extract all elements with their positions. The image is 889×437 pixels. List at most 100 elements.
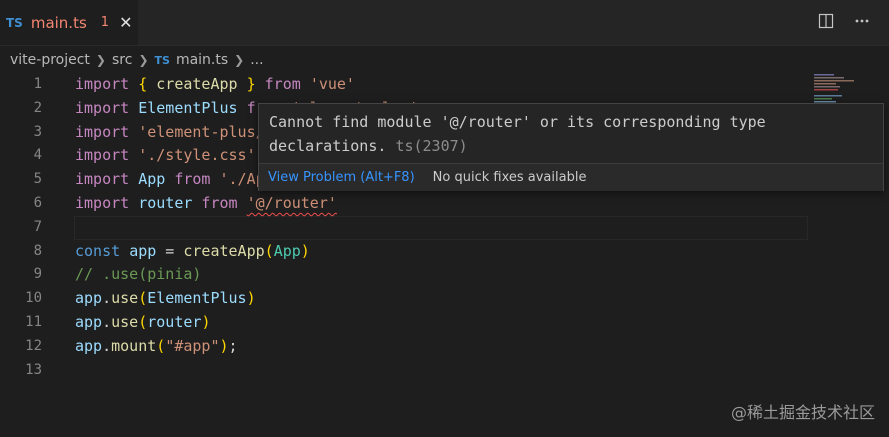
code-text[interactable]: const app = createApp(App): [75, 239, 310, 263]
code-text[interactable]: import router from '@/router': [75, 191, 337, 215]
code-text[interactable]: import { createApp } from 'vue': [75, 72, 355, 96]
line-number: 8: [33, 242, 42, 259]
code-token: './style.css': [138, 146, 256, 165]
breadcrumb-item-main-ts[interactable]: main.ts: [176, 52, 228, 68]
tab-filename: main.ts: [30, 13, 87, 32]
code-text[interactable]: app.use(ElementPlus): [75, 286, 256, 310]
line-number: 3: [33, 123, 42, 140]
code-token: 'vue': [309, 75, 355, 93]
code-token: .: [102, 289, 112, 308]
code-token: App: [273, 241, 301, 260]
hover-message: Cannot find module '@/router' or its cor…: [269, 110, 869, 158]
line-number: 4: [33, 147, 42, 164]
code-token: ): [219, 336, 229, 355]
code-token: router: [147, 313, 202, 331]
code-token: app: [75, 336, 103, 355]
chevron-right-icon: ❯: [138, 53, 149, 67]
code-line[interactable]: 13: [0, 358, 889, 382]
code-token: import: [75, 122, 139, 141]
line-number: 7: [33, 218, 42, 235]
code-token: (: [156, 336, 166, 355]
code-token: .: [102, 336, 112, 355]
code-token: import: [75, 146, 139, 165]
code-token: "#app": [165, 336, 220, 355]
code-text[interactable]: import './style.css': [75, 143, 256, 167]
line-number: 2: [33, 99, 42, 116]
line-number: 6: [33, 195, 42, 211]
code-line[interactable]: 11 app.use(router): [0, 310, 889, 334]
line-number: 12: [25, 337, 42, 354]
hover-message-line2-wrap: declarations. ts(2307): [269, 134, 869, 158]
code-token: ElementPlus: [138, 98, 238, 117]
chevron-right-icon: ❯: [95, 53, 106, 67]
code-token: use: [111, 289, 139, 308]
code-token: import: [75, 170, 139, 189]
code-line[interactable]: 1 import { createApp } from 'vue': [0, 72, 889, 96]
close-icon[interactable]: ✕: [119, 13, 132, 32]
code-token: {: [138, 75, 157, 93]
hover-message-line1: Cannot find module '@/router' or its cor…: [269, 113, 766, 131]
editor-actions: [817, 12, 871, 30]
code-token: app: [75, 289, 103, 308]
code-line[interactable]: 6 import router from '@/router': [0, 191, 889, 215]
error-hover-widget: Cannot find module '@/router' or its cor…: [258, 103, 884, 191]
typescript-file-icon: TS: [154, 53, 170, 67]
error-squiggle-token: '@/router': [246, 194, 337, 212]
hover-actions: View Problem (Alt+F8) No quick fixes ava…: [259, 163, 883, 191]
code-token: ): [201, 313, 211, 331]
tab-bar: TS main.ts 1 ✕: [0, 0, 889, 46]
no-quick-fixes-label: No quick fixes available: [432, 170, 587, 185]
code-token: ): [246, 289, 256, 308]
code-text[interactable]: app.mount("#app");: [75, 334, 238, 358]
hover-message-line2: declarations.: [269, 137, 387, 155]
code-token: from: [165, 170, 220, 189]
code-token: use: [111, 313, 139, 331]
code-token: app: [75, 313, 103, 331]
chevron-right-icon: ❯: [234, 53, 245, 67]
code-line[interactable]: 8 const app = createApp(App): [0, 239, 889, 263]
code-token: // .use(pinia): [75, 265, 202, 284]
code-token: ;: [228, 336, 238, 355]
code-token: ElementPlus: [147, 289, 247, 308]
error-code: ts(2307): [395, 137, 468, 155]
code-token: App: [138, 170, 166, 189]
code-token: router: [138, 194, 193, 212]
code-line[interactable]: 9 // .use(pinia): [0, 262, 889, 286]
view-problem-link[interactable]: View Problem (Alt+F8): [268, 170, 415, 185]
code-token: import: [75, 75, 139, 93]
breadcrumb: vite-project ❯ src ❯ TS main.ts ❯ ...: [10, 51, 264, 69]
code-line[interactable]: 7: [0, 215, 889, 239]
code-token: }: [237, 75, 256, 93]
code-line[interactable]: 12 app.mount("#app");: [0, 334, 889, 358]
code-token: =: [156, 241, 184, 260]
line-number: 1: [33, 76, 42, 92]
split-editor-icon[interactable]: [817, 12, 835, 30]
code-token: ): [300, 241, 310, 260]
breadcrumb-item-src[interactable]: src: [112, 52, 132, 68]
code-token: import: [75, 98, 139, 117]
code-token: app: [129, 241, 157, 260]
line-number: 13: [25, 361, 42, 378]
more-actions-icon[interactable]: [853, 12, 871, 30]
code-text[interactable]: app.use(router): [75, 310, 210, 334]
code-line[interactable]: 10 app.use(ElementPlus): [0, 286, 889, 310]
typescript-file-icon: TS: [6, 15, 23, 30]
line-number: 5: [33, 171, 42, 188]
code-token: from: [255, 75, 310, 93]
code-token: import: [75, 194, 139, 212]
code-token: createApp: [183, 241, 265, 260]
code-text[interactable]: // .use(pinia): [75, 262, 201, 286]
line-number: 9: [33, 266, 42, 283]
breadcrumb-item-symbols[interactable]: ...: [250, 52, 263, 68]
code-token: createApp: [156, 75, 238, 93]
line-number: 11: [25, 314, 42, 330]
code-token: (: [264, 241, 274, 260]
breadcrumb-item-vite-project[interactable]: vite-project: [10, 52, 90, 68]
code-token: (: [138, 289, 148, 308]
tab-problem-count: 1: [100, 15, 110, 30]
code-token: (: [138, 313, 148, 331]
code-token: .: [102, 313, 112, 331]
code-token: const: [75, 241, 130, 260]
tab-main-ts[interactable]: TS main.ts 1 ✕: [0, 0, 138, 45]
watermark: @稀土掘金技术社区: [730, 403, 875, 422]
